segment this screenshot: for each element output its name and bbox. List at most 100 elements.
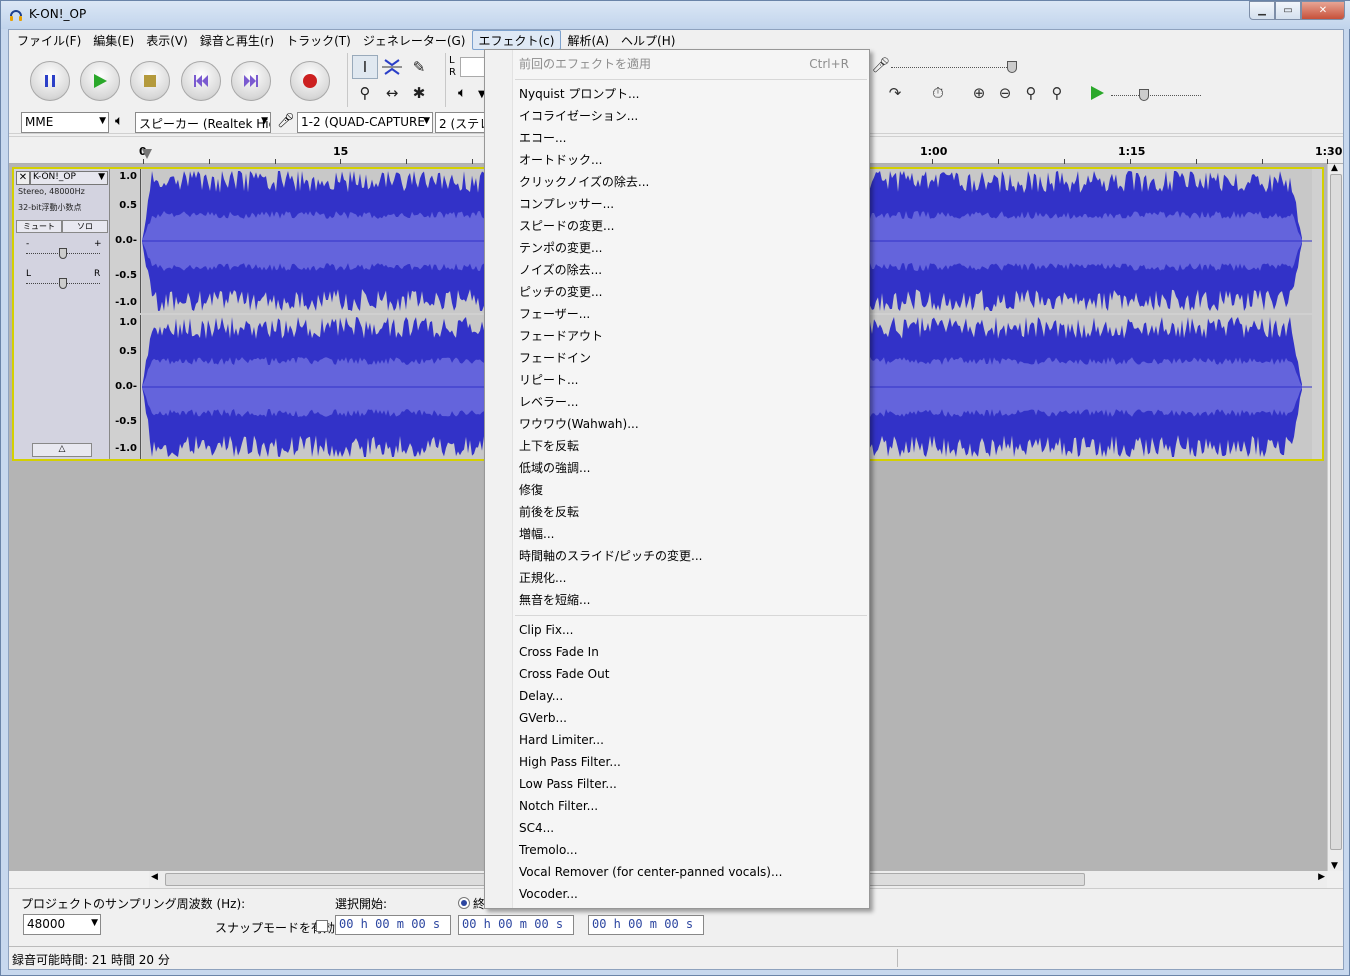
menu-item-effect[interactable]: ノイズの除去... (519, 259, 602, 281)
menu-help[interactable]: ヘルプ(H) (615, 30, 681, 50)
pause-button[interactable] (30, 61, 70, 101)
play-at-speed-button[interactable] (1085, 81, 1109, 105)
time-shift-tool[interactable]: ↔ (379, 81, 405, 105)
menu-item-effect[interactable]: テンポの変更... (519, 237, 602, 259)
scroll-down-icon[interactable]: ▼ (1331, 861, 1338, 871)
zoom-in-icon[interactable]: ⊕ (967, 81, 991, 105)
solo-button[interactable]: ソロ (62, 220, 108, 233)
menu-item-effect[interactable]: コンプレッサー... (519, 193, 614, 215)
play-speed-knob[interactable] (1139, 89, 1149, 101)
menu-item-plugin-effect[interactable]: GVerb... (519, 707, 567, 729)
menu-item-effect[interactable]: Nyquist プロンプト... (519, 83, 640, 105)
minimize-button[interactable]: ▁ (1249, 1, 1275, 20)
menu-file[interactable]: ファイル(F) (11, 30, 87, 50)
mute-label: ミュート (23, 222, 55, 231)
menu-item-plugin-effect[interactable]: Tremolo... (519, 839, 578, 861)
audio-position-time[interactable]: 00 h 00 m 00 s (588, 915, 704, 935)
track-name-menu[interactable]: K-ON!_OP ▼ (30, 171, 108, 185)
menu-item-effect[interactable]: エコー... (519, 127, 566, 149)
recording-meter-knob[interactable] (1007, 61, 1017, 73)
menu-item-effect[interactable]: ワウワウ(Wahwah)... (519, 413, 639, 435)
menu-view[interactable]: 表示(V) (140, 30, 194, 50)
zoom-tool[interactable]: ⚲ (352, 81, 378, 105)
menu-item-effect[interactable]: スピードの変更... (519, 215, 614, 237)
menu-item-plugin-effect[interactable]: Notch Filter... (519, 795, 598, 817)
vertical-scrollbar[interactable]: ▲ ▼ (1327, 163, 1343, 871)
selection-tool[interactable]: I (352, 55, 378, 79)
skip-end-icon (244, 75, 258, 87)
selection-start-time[interactable]: 00 h 00 m 00 s (335, 915, 451, 935)
draw-tool[interactable]: ✎ (406, 55, 432, 79)
menu-item-effect[interactable]: フェードアウト (519, 325, 603, 347)
envelope-tool[interactable] (379, 55, 405, 79)
sync-lock-icon[interactable]: ⏱ (926, 81, 950, 105)
track-sample-format: 32-bit浮動小数点 (18, 203, 82, 212)
menu-generate[interactable]: ジェネレーター(G) (357, 30, 472, 50)
menu-item-effect[interactable]: 無音を短縮... (519, 589, 590, 611)
menu-edit[interactable]: 編集(E) (87, 30, 140, 50)
play-speed-track (1111, 95, 1201, 96)
menu-item-plugin-effect[interactable]: Vocoder... (519, 883, 578, 905)
redo-icon[interactable]: ↷ (883, 81, 907, 105)
menu-item-effect[interactable]: クリックノイズの除去... (519, 171, 649, 193)
ruler-label: 1:30 (1315, 145, 1343, 158)
fit-project-icon[interactable]: ⚲ (1045, 81, 1069, 105)
menu-item-plugin-effect[interactable]: Cross Fade In (519, 641, 599, 663)
menu-item-effect[interactable]: 低域の強調... (519, 457, 590, 479)
play-head-marker[interactable] (142, 149, 152, 159)
audio-host-select[interactable]: MME ▼ (21, 112, 109, 133)
ruler-label: 15 (333, 145, 349, 158)
collapse-track-button[interactable]: △ (32, 443, 92, 457)
menu-item-plugin-effect[interactable]: SC4... (519, 817, 554, 839)
menu-item-plugin-effect[interactable]: Low Pass Filter... (519, 773, 617, 795)
track-close-button[interactable]: ✕ (16, 171, 30, 185)
menu-tracks[interactable]: トラック(T) (280, 30, 357, 50)
menu-item-plugin-effect[interactable]: Cross Fade Out (519, 663, 609, 685)
menu-item-plugin-effect[interactable]: High Pass Filter... (519, 751, 621, 773)
play-button[interactable] (80, 61, 120, 101)
skip-to-end-button[interactable] (231, 61, 271, 101)
snap-mode-checkbox[interactable] (316, 920, 328, 932)
menu-item-plugin-effect[interactable]: Vocal Remover (for center-panned vocals)… (519, 861, 782, 883)
menu-item-effect[interactable]: 時間軸のスライド/ピッチの変更... (519, 545, 703, 567)
menu-item-effect[interactable]: フェーザー... (519, 303, 590, 325)
menu-item-effect[interactable]: オートドック... (519, 149, 602, 171)
zoom-out-icon[interactable]: ⊖ (993, 81, 1017, 105)
menu-item-plugin-effect[interactable]: Clip Fix... (519, 619, 573, 641)
menu-item-effect[interactable]: レベラー... (519, 391, 578, 413)
end-radio[interactable] (458, 897, 470, 909)
maximize-button[interactable]: ▭ (1275, 1, 1301, 20)
selection-end-time[interactable]: 00 h 00 m 00 s (458, 915, 574, 935)
pan-slider-knob[interactable] (59, 278, 67, 289)
menu-item-effect[interactable]: 増幅... (519, 523, 554, 545)
project-rate-select[interactable]: 48000 ▼ (23, 914, 101, 935)
menu-item-effect[interactable]: リピート... (519, 369, 578, 391)
menu-item-effect[interactable]: イコライゼーション... (519, 105, 638, 127)
gain-slider-knob[interactable] (59, 248, 67, 259)
menu-effect[interactable]: エフェクト(c) (471, 30, 562, 50)
fit-selection-icon[interactable]: ⚲ (1019, 81, 1043, 105)
menu-item-effect[interactable]: ピッチの変更... (519, 281, 602, 303)
scroll-left-icon[interactable]: ◀ (151, 872, 158, 882)
skip-to-start-button[interactable] (181, 61, 221, 101)
menu-item-plugin-effect[interactable]: Delay... (519, 685, 563, 707)
stop-button[interactable] (130, 61, 170, 101)
menu-item-plugin-effect[interactable]: Hard Limiter... (519, 729, 604, 751)
vertical-scroll-thumb[interactable] (1330, 174, 1342, 850)
menu-transport[interactable]: 録音と再生(r) (194, 30, 280, 50)
menu-analyze[interactable]: 解析(A) (561, 30, 615, 50)
menu-item-effect[interactable]: 正規化... (519, 567, 566, 589)
menu-item-effect[interactable]: フェードイン (519, 347, 591, 369)
close-window-button[interactable]: ✕ (1301, 1, 1345, 20)
menu-item-effect[interactable]: 上下を反転 (519, 435, 579, 457)
menu-item-effect[interactable]: 前後を反転 (519, 501, 579, 523)
menu-item-effect[interactable]: 修復 (519, 479, 543, 501)
scroll-up-icon[interactable]: ▲ (1331, 163, 1338, 173)
playback-device-select[interactable]: スピーカー (Realtek Hig ▼ (135, 112, 271, 133)
recording-device-select[interactable]: 1-2 (QUAD-CAPTURE ▼ (297, 112, 433, 133)
audio-host-value: MME (25, 115, 54, 129)
mute-button[interactable]: ミュート (16, 220, 62, 233)
multi-tool[interactable]: ✱ (406, 81, 432, 105)
scroll-right-icon[interactable]: ▶ (1318, 872, 1325, 882)
record-button[interactable] (290, 61, 330, 101)
